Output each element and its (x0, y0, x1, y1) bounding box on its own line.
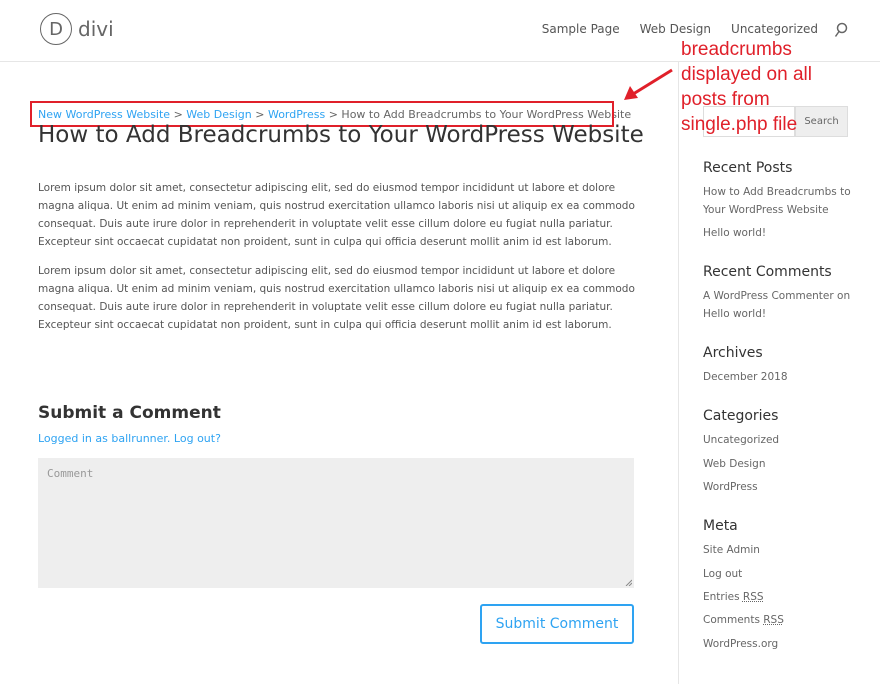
meta-rss-abbr: RSS (743, 591, 764, 603)
logo-mark: D (40, 13, 72, 45)
comment-form-heading: Submit a Comment (38, 403, 221, 423)
main-nav: Sample Page Web Design Uncategorized (542, 22, 818, 36)
logged-in-notice: Logged in as ballrunner. Log out? (38, 432, 221, 445)
annotation-arrow-icon (620, 66, 676, 102)
recent-comment-item: A WordPress Commenter on Hello world! (703, 287, 863, 323)
category-link[interactable]: WordPress (703, 478, 863, 496)
sidebar-divider (678, 62, 679, 684)
post-title: How to Add Breadcrumbs to Your WordPress… (38, 122, 644, 148)
search-icon[interactable] (834, 22, 848, 38)
meta-comments-label: Comments (703, 614, 760, 626)
meta-site-admin-link[interactable]: Site Admin (703, 541, 863, 559)
comment-textarea[interactable] (38, 458, 634, 588)
widget-title-archives: Archives (703, 345, 763, 361)
meta-rss-abbr: RSS (763, 614, 784, 626)
widget-title-meta: Meta (703, 518, 738, 534)
resize-grip-icon[interactable] (624, 578, 632, 586)
widget-title-categories: Categories (703, 408, 778, 424)
meta-log-out-link[interactable]: Log out (703, 565, 863, 583)
annotation-line: displayed on all (681, 62, 880, 87)
recent-comment-on: on (837, 290, 850, 302)
nav-item-web-design[interactable]: Web Design (640, 22, 711, 36)
annotation-text: breadcrumbs displayed on all posts from … (681, 37, 880, 137)
recent-post-link[interactable]: How to Add Breadcrumbs to Your WordPress… (703, 183, 863, 219)
meta-entries-rss-link[interactable]: Entries RSS (703, 588, 863, 606)
submit-comment-button[interactable]: Submit Comment (480, 604, 634, 644)
recent-comment-post-link[interactable]: Hello world! (703, 308, 766, 320)
recent-comment-author[interactable]: A WordPress Commenter (703, 290, 834, 302)
category-link[interactable]: Uncategorized (703, 431, 863, 449)
meta-comments-rss-link[interactable]: Comments RSS (703, 611, 863, 629)
logged-in-user-link[interactable]: Logged in as ballrunner. (38, 432, 170, 445)
widget-title-recent-comments: Recent Comments (703, 264, 832, 280)
meta-entries-label: Entries (703, 591, 740, 603)
post-paragraph: Lorem ipsum dolor sit amet, consectetur … (38, 262, 638, 334)
archive-link[interactable]: December 2018 (703, 368, 863, 386)
annotation-line: single.php file (681, 112, 880, 137)
annotation-line: breadcrumbs (681, 37, 880, 62)
category-link[interactable]: Web Design (703, 455, 863, 473)
site-logo[interactable]: D divi (40, 13, 114, 45)
widget-title-recent-posts: Recent Posts (703, 160, 792, 176)
recent-post-link[interactable]: Hello world! (703, 224, 863, 242)
logo-text: divi (78, 17, 114, 41)
annotation-line: posts from (681, 87, 880, 112)
nav-item-uncategorized[interactable]: Uncategorized (731, 22, 818, 36)
logout-link[interactable]: Log out? (174, 432, 221, 445)
meta-wordpress-org-link[interactable]: WordPress.org (703, 635, 863, 653)
post-paragraph: Lorem ipsum dolor sit amet, consectetur … (38, 179, 638, 251)
nav-item-sample-page[interactable]: Sample Page (542, 22, 620, 36)
